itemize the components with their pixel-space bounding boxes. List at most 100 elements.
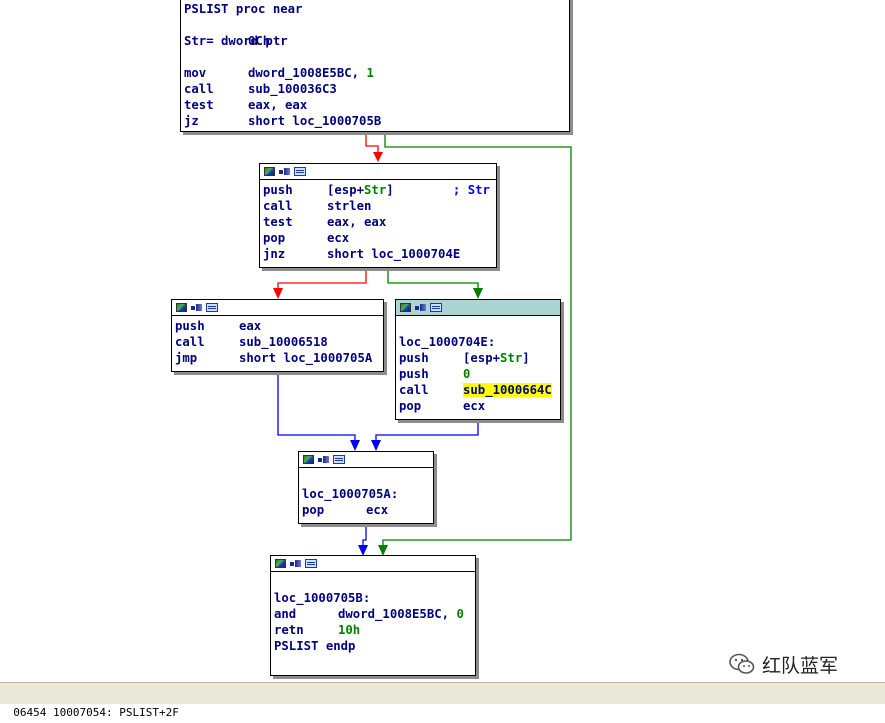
watermark-text: 红队蓝军 [762, 654, 839, 677]
mnemonic: jmp [175, 351, 198, 365]
node-header [271, 556, 475, 572]
code-line: Str= dword ptr 0Ch [184, 33, 565, 49]
mnemonic: pop [399, 399, 422, 413]
operand-tail: ] [522, 351, 530, 365]
edge-b2-to-b3 [277, 268, 367, 294]
mnemonic: loc_1000704E: [399, 335, 496, 349]
mnemonic: loc_1000705B: [274, 591, 371, 605]
immediate: 10h [338, 623, 361, 637]
comment: ; Str [393, 183, 490, 197]
edge-b2-to-b4 [387, 268, 479, 294]
color-icon[interactable] [275, 559, 286, 568]
operand: sub_100036C3 [248, 82, 337, 96]
code-line: PSLIST endp [274, 638, 471, 654]
code-line: test eax, eax [184, 97, 565, 113]
status-bar: 06454 10007054: PSLIST+2F [0, 682, 885, 719]
color-icon[interactable] [176, 303, 187, 312]
node-header [172, 300, 383, 316]
group-icon[interactable] [206, 303, 218, 312]
mnemonic: PSLIST proc near [184, 2, 303, 16]
node-b2[interactable]: push [esp+Str] ; Str call strlen test eax, ea… [259, 163, 497, 268]
node-b5[interactable]: loc_1000705A: pop ecx [298, 451, 434, 524]
mnemonic: and [274, 607, 297, 621]
node-entry[interactable]: PSLIST proc near Str= dword ptr 0Ch mov dwo… [180, 0, 570, 132]
code-line: push [esp+Str] [399, 350, 556, 366]
mnemonic: mov [184, 66, 207, 80]
code-line: jz short loc_1000705B [184, 113, 565, 129]
code-line: jmp short loc_1000705A [175, 350, 379, 366]
node-b6-body: loc_1000705B: and dword_1008E5BC, 0 retn 10h… [271, 572, 475, 654]
operand: strlen [327, 199, 372, 213]
mnemonic: loc_1000705A: [302, 487, 399, 501]
color-icon[interactable] [264, 167, 275, 176]
mnemonic: call [175, 335, 205, 349]
code-line: call sub_100036C3 [184, 81, 565, 97]
rename-icon[interactable] [318, 455, 329, 464]
immediate: 1 [366, 66, 374, 80]
operand: 0Ch [248, 34, 271, 48]
code-line: jnz short loc_1000704E [263, 246, 492, 262]
mnemonic: retn [274, 623, 304, 637]
mnemonic: PSLIST endp [274, 639, 356, 653]
mnemonic: call [399, 383, 429, 397]
arrow-b5-left [350, 440, 360, 451]
node-header-active [396, 300, 560, 316]
node-entry-body: PSLIST proc near Str= dword ptr 0Ch mov dwo… [181, 0, 569, 129]
mnemonic: push [175, 319, 205, 333]
group-icon[interactable] [430, 303, 442, 312]
node-b6[interactable]: loc_1000705B: and dword_1008E5BC, 0 retn 10h… [270, 555, 476, 676]
mnemonic: jnz [263, 247, 286, 261]
node-b3[interactable]: push eax call sub_10006518 jmp short loc_1000… [171, 299, 384, 372]
operand: [esp+ [327, 183, 365, 197]
watermark: 红队蓝军 [728, 650, 838, 678]
node-b4[interactable]: loc_1000704E: push [esp+Str] push 0 call sub_1… [395, 299, 561, 420]
mnemonic: push [399, 351, 429, 365]
operand: eax [239, 319, 262, 333]
stack-var: Str [364, 183, 387, 197]
code-line: and dword_1008E5BC, 0 [274, 606, 471, 622]
arrow-b4 [473, 288, 483, 299]
arrow-b2 [373, 152, 383, 162]
rename-icon[interactable] [290, 559, 301, 568]
color-icon[interactable] [400, 303, 411, 312]
mnemonic: test [184, 98, 214, 112]
mnemonic: test [263, 215, 293, 229]
code-line: pop ecx [263, 230, 492, 246]
node-b4-body: loc_1000704E: push [esp+Str] push 0 call sub_1… [396, 316, 560, 414]
code-line: loc_1000705B: [274, 590, 471, 606]
code-line: call strlen [263, 198, 492, 214]
rename-icon[interactable] [279, 167, 290, 176]
node-b2-body: push [esp+Str] ; Str call strlen test eax, ea… [260, 180, 496, 262]
group-icon[interactable] [294, 167, 306, 176]
operand: short loc_1000704E [327, 247, 461, 261]
highlighted-symbol[interactable]: sub_1000664C [463, 383, 552, 397]
operand-tail: ] [386, 183, 394, 197]
arrow-b5-right [371, 440, 381, 451]
mnemonic: pop [302, 503, 325, 517]
mnemonic: pop [263, 231, 286, 245]
node-b5-body: loc_1000705A: pop ecx [299, 468, 433, 518]
group-icon[interactable] [333, 455, 345, 464]
edge-b3-to-b5 [277, 372, 356, 446]
operand: dword_1008E5BC, [248, 66, 367, 80]
code-line: pop ecx [399, 398, 556, 414]
edge-b4-to-b5 [375, 420, 479, 446]
operand: sub_10006518 [239, 335, 328, 349]
code-line: push 0 [399, 366, 556, 382]
node-header [299, 452, 433, 468]
immediate: 0 [463, 367, 471, 381]
code-line: push eax [175, 318, 379, 334]
rename-icon[interactable] [191, 303, 202, 312]
code-line: loc_1000704E: [399, 334, 556, 350]
node-header [260, 164, 496, 180]
color-icon[interactable] [303, 455, 314, 464]
arrow-b3 [273, 288, 283, 299]
operand: [esp+ [463, 351, 501, 365]
group-icon[interactable] [305, 559, 317, 568]
operand: ecx [463, 399, 486, 413]
code-line: loc_1000705A: [302, 486, 429, 502]
rename-icon[interactable] [415, 303, 426, 312]
immediate: 0 [456, 607, 464, 621]
